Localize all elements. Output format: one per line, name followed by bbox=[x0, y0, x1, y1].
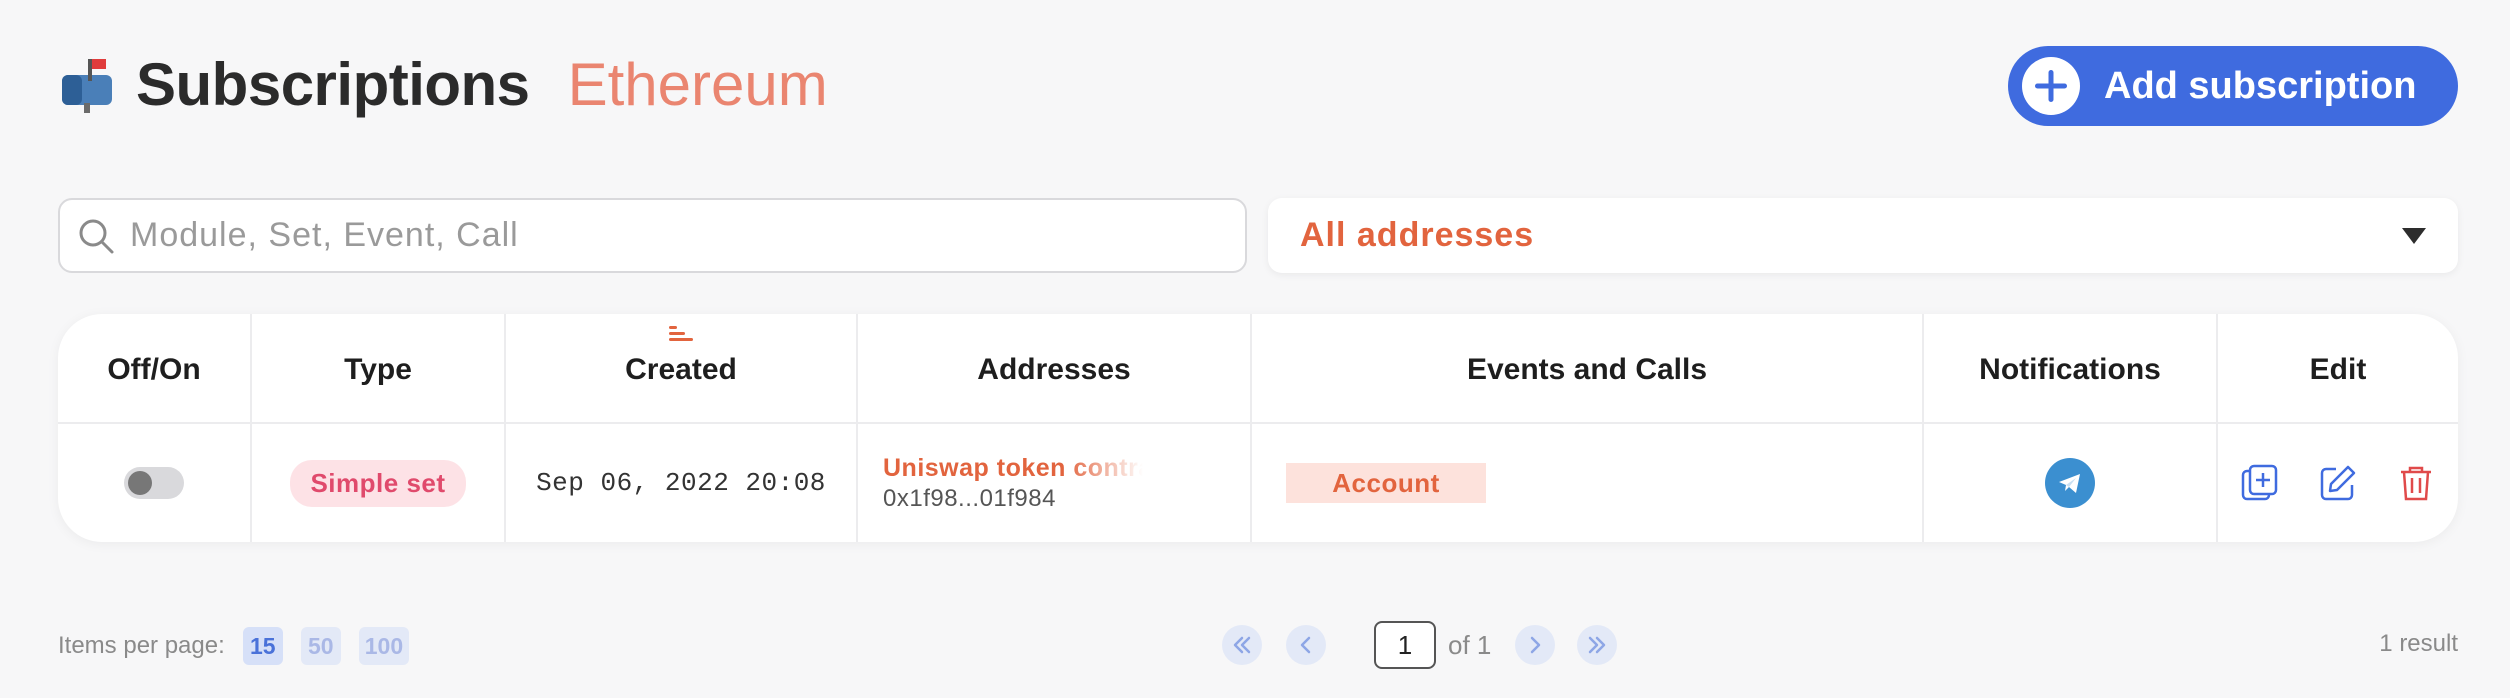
result-count: 1 result bbox=[2379, 630, 2458, 657]
sort-icon bbox=[669, 326, 693, 346]
address-entry[interactable]: Uniswap token contract 0x1f98...01f984 bbox=[883, 454, 1143, 513]
subscriptions-table: Off/On Type Created Addresses Events and… bbox=[58, 314, 2458, 542]
items-per-page-label: Items per page: bbox=[58, 632, 225, 659]
mailbox-icon bbox=[58, 55, 116, 113]
table-row: Simple set Sep 06, 2022 20:08 Uniswap to… bbox=[58, 424, 2458, 542]
address-filter-select[interactable]: All addresses bbox=[1268, 198, 2458, 273]
page-size-15[interactable]: 15 bbox=[242, 627, 283, 665]
column-header-notifications[interactable]: Notifications bbox=[1924, 314, 2218, 422]
page-size-50[interactable]: 50 bbox=[300, 627, 341, 665]
pagination: of 1 bbox=[1222, 621, 1618, 669]
page-size-100[interactable]: 100 bbox=[358, 627, 410, 665]
row-actions bbox=[2240, 463, 2436, 503]
column-header-events[interactable]: Events and Calls bbox=[1252, 314, 1924, 422]
duplicate-icon[interactable] bbox=[2240, 463, 2280, 503]
toggle-knob bbox=[128, 471, 152, 495]
search-icon bbox=[76, 216, 116, 256]
table-header: Off/On Type Created Addresses Events and… bbox=[58, 314, 2458, 424]
page-title: Subscriptions bbox=[136, 50, 530, 118]
column-header-edit: Edit bbox=[2309, 353, 2367, 386]
first-page-icon[interactable] bbox=[1222, 625, 1262, 665]
column-header-created[interactable]: Created bbox=[506, 314, 858, 422]
search-input[interactable] bbox=[130, 216, 1210, 255]
address-filter-value: All addresses bbox=[1300, 216, 1535, 254]
column-header-addresses[interactable]: Addresses bbox=[858, 314, 1252, 422]
add-subscription-button[interactable]: Add subscription bbox=[2008, 46, 2458, 126]
address-name: Uniswap token contract bbox=[883, 453, 1143, 482]
page-count-label: of 1 bbox=[1448, 629, 1492, 660]
next-page-icon[interactable] bbox=[1515, 625, 1556, 665]
enable-toggle[interactable] bbox=[124, 467, 184, 499]
column-header-type[interactable]: Type bbox=[252, 314, 506, 422]
trash-icon[interactable] bbox=[2396, 463, 2436, 503]
type-badge: Simple set bbox=[290, 459, 466, 507]
last-page-icon[interactable] bbox=[1577, 625, 1618, 665]
page-header: Subscriptions Ethereum bbox=[58, 44, 828, 124]
edit-icon[interactable] bbox=[2318, 463, 2358, 503]
telegram-icon[interactable] bbox=[2045, 458, 2095, 508]
prev-page-icon[interactable] bbox=[1286, 625, 1326, 665]
items-per-page: Items per page: 15 50 100 bbox=[58, 627, 410, 665]
address-hash: 0x1f98...01f984 bbox=[883, 484, 1056, 512]
plus-icon bbox=[2022, 57, 2080, 115]
column-header-off-on[interactable]: Off/On bbox=[58, 314, 252, 422]
page-number-input[interactable] bbox=[1374, 621, 1436, 669]
chevron-down-icon bbox=[2402, 227, 2426, 244]
network-name: Ethereum bbox=[567, 50, 828, 118]
search-box[interactable] bbox=[58, 198, 1247, 273]
created-date: Sep 06, 2022 20:08 bbox=[536, 468, 826, 498]
event-chip[interactable]: Account bbox=[1286, 463, 1486, 503]
add-subscription-label: Add subscription bbox=[2104, 64, 2417, 107]
